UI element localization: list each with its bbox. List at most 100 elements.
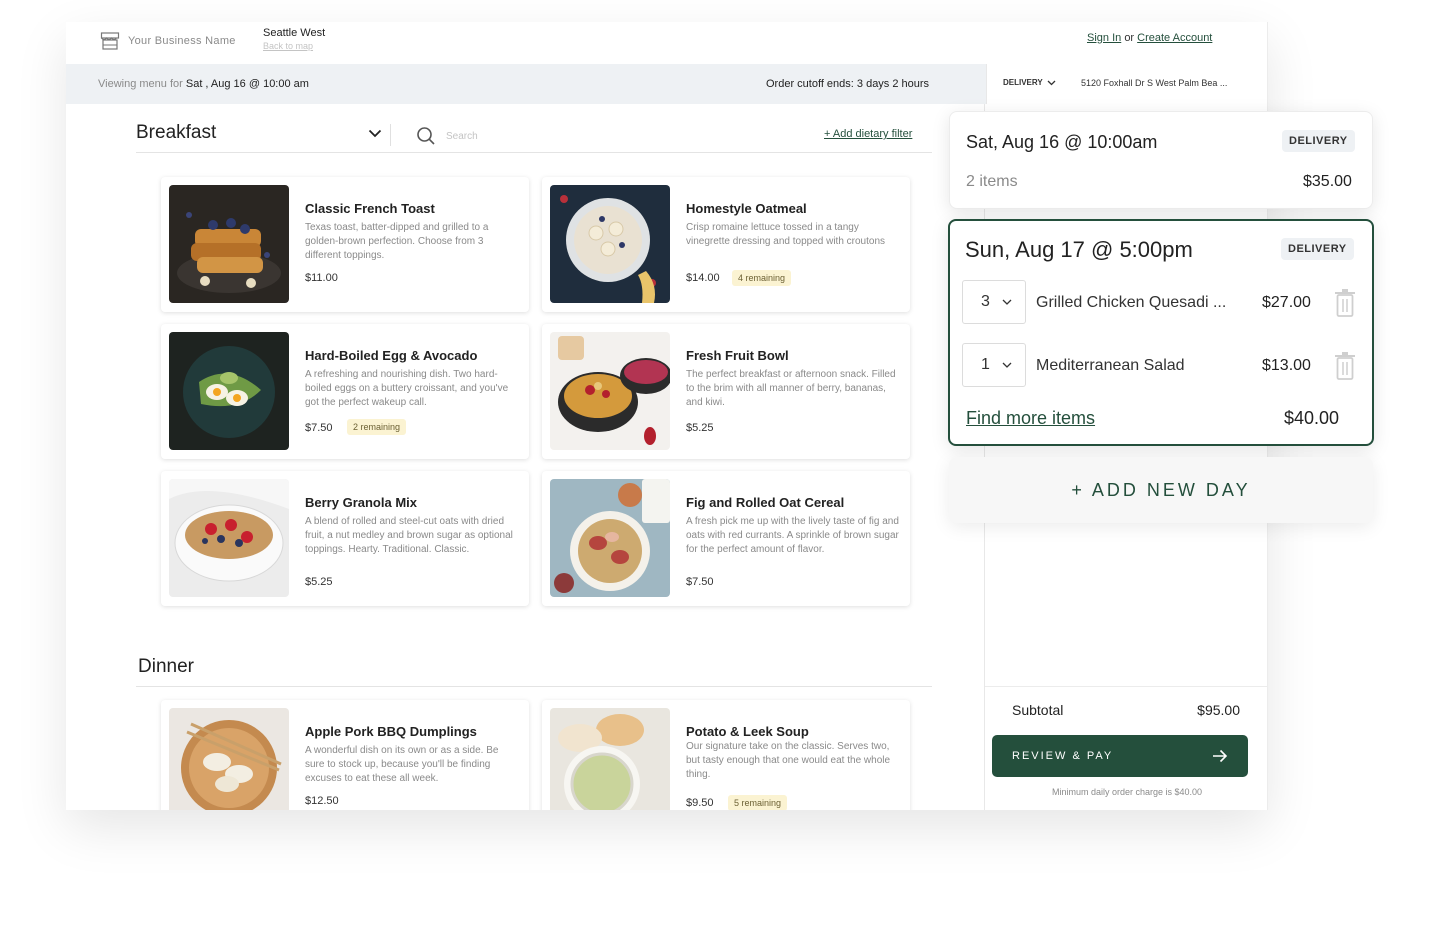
line-item-name: Mediterranean Salad: [1036, 357, 1185, 374]
viewing-date: Sat , Aug 16 @ 10:00 am: [185, 78, 309, 90]
item-name: Berry Granola Mix: [305, 495, 417, 510]
divider: [985, 686, 1267, 687]
location: Seattle West Back to map: [263, 27, 325, 51]
divider: [136, 686, 932, 687]
subtotal-value: $95.00: [1197, 702, 1240, 718]
info-bar: Viewing menu for Sat , Aug 16 @ 10:00 am…: [66, 64, 986, 104]
item-price: $9.50: [686, 797, 714, 809]
add-new-day-button[interactable]: + ADD NEW DAY: [949, 457, 1373, 523]
trash-icon[interactable]: [1334, 352, 1356, 380]
subtotal-row: Subtotal $95.00: [1012, 702, 1240, 718]
back-to-map-link[interactable]: Back to map: [263, 41, 325, 51]
create-account-link[interactable]: Create Account: [1137, 32, 1212, 44]
item-name: Hard-Boiled Egg & Avocado: [305, 348, 478, 363]
item-description: Crisp romaine lettuce tossed in a tangy …: [686, 222, 886, 247]
menu-item-card[interactable]: Fresh Fruit Bowl The perfect breakfast o…: [542, 324, 910, 459]
order-day-total: $40.00: [1284, 408, 1340, 428]
line-item-name: Grilled Chicken Quesadi ...: [1036, 294, 1227, 311]
item-price: $14.00: [686, 272, 720, 284]
add-dietary-filter-link[interactable]: + Add dietary filter: [824, 128, 912, 140]
review-pay-label: REVIEW & PAY: [1012, 750, 1114, 762]
menu-item-card[interactable]: Hard-Boiled Egg & Avocado A refreshing a…: [161, 324, 529, 459]
food-image: [169, 185, 289, 303]
auth-or: or: [1124, 32, 1135, 44]
line-item-price: $27.00: [1262, 294, 1311, 311]
food-image: [169, 332, 289, 450]
order-day-card-active[interactable]: Sun, Aug 17 @ 5:00pm DELIVERY 3 Grilled …: [948, 219, 1374, 446]
order-day-title: Sun, Aug 17 @ 5:00pm: [965, 237, 1193, 262]
delivery-badge: DELIVERY: [1281, 238, 1354, 260]
address-bar: DELIVERY 5120 Foxhall Dr S West Palm Bea…: [986, 64, 1267, 104]
viewing-prefix: Viewing menu for: [98, 78, 183, 90]
search-input[interactable]: [446, 130, 646, 142]
chevron-down-icon: [1002, 299, 1012, 305]
menu-item-card[interactable]: Homestyle Oatmeal Crisp romaine lettuce …: [542, 177, 910, 312]
order-day-total: $35.00: [1303, 173, 1352, 190]
item-description: Our signature take on the classic. Serve…: [686, 741, 891, 780]
location-name: Seattle West: [263, 27, 326, 39]
item-name: Homestyle Oatmeal: [686, 201, 807, 216]
storefront-icon: [100, 32, 120, 50]
trash-icon[interactable]: [1334, 289, 1356, 317]
divider: [136, 152, 932, 153]
item-name: Classic French Toast: [305, 201, 435, 216]
food-image: [169, 479, 289, 597]
menu-item-card[interactable]: Classic French Toast Texas toast, batter…: [161, 177, 529, 312]
item-description: A wonderful dish on its own or as a side…: [305, 745, 499, 784]
category-title: Breakfast: [136, 122, 217, 143]
business-name: Your Business Name: [128, 35, 236, 47]
item-name: Apple Pork BBQ Dumplings: [305, 724, 477, 739]
item-description: A refreshing and nourishing dish. Two ha…: [305, 369, 509, 408]
item-description: The perfect breakfast or afternoon snack…: [686, 369, 896, 408]
remaining-badge: 4 remaining: [732, 270, 792, 286]
food-image: [550, 332, 670, 450]
category-title: Dinner: [138, 656, 194, 677]
food-image: [169, 708, 289, 810]
order-cutoff: Order cutoff ends: 3 days 2 hours: [766, 78, 930, 90]
menu-item-card[interactable]: Potato & Leek Soup Our signature take on…: [542, 700, 910, 810]
delivery-mode-label: DELIVERY: [1003, 78, 1043, 87]
minimum-order-note: Minimum daily order charge is $40.00: [1051, 787, 1203, 797]
item-description: A fresh pick me up with the lively taste…: [686, 516, 899, 555]
item-price: $12.50: [305, 795, 339, 807]
delivery-address[interactable]: 5120 Foxhall Dr S West Palm Bea ...: [1081, 78, 1227, 88]
search-box[interactable]: [416, 126, 646, 146]
item-name: Potato & Leek Soup: [686, 724, 809, 739]
menu-item-card[interactable]: Fig and Rolled Oat Cereal A fresh pick m…: [542, 471, 910, 606]
food-image: [550, 479, 670, 597]
category-select[interactable]: Breakfast: [136, 122, 382, 144]
search-icon: [417, 127, 435, 145]
item-price: $11.00: [305, 272, 338, 284]
divider: [390, 124, 391, 146]
sign-in-link[interactable]: Sign In: [1087, 32, 1121, 44]
item-price: $7.50: [305, 422, 333, 434]
menu-item-card[interactable]: Apple Pork BBQ Dumplings A wonderful dis…: [161, 700, 529, 810]
item-name: Fig and Rolled Oat Cereal: [686, 495, 845, 510]
subtotal-label: Subtotal: [1012, 702, 1064, 718]
menu-item-card[interactable]: Berry Granola Mix A blend of rolled and …: [161, 471, 529, 606]
delivery-badge: DELIVERY: [1282, 130, 1355, 152]
item-price: $5.25: [305, 576, 333, 588]
remaining-badge: 5 remaining: [728, 795, 788, 810]
order-day-item-count: 2 items: [966, 173, 1018, 190]
quantity-value: 1: [981, 356, 990, 373]
quantity-select[interactable]: 3: [962, 280, 1026, 324]
auth-links: Sign In or Create Account: [1087, 32, 1212, 44]
review-and-pay-button[interactable]: REVIEW & PAY: [992, 735, 1248, 777]
brand[interactable]: Your Business Name: [100, 32, 236, 50]
find-more-items-link[interactable]: Find more items: [966, 408, 1095, 429]
item-description: A blend of rolled and steel-cut oats wit…: [305, 516, 513, 555]
chevron-down-icon: [1047, 80, 1056, 85]
item-price: $5.25: [686, 422, 714, 434]
arrow-right-icon: [1213, 749, 1228, 763]
line-item-price: $13.00: [1262, 357, 1311, 374]
order-day-card[interactable]: Sat, Aug 16 @ 10:00am DELIVERY 2 items $…: [949, 111, 1373, 209]
chevron-down-icon: [1002, 362, 1012, 368]
order-day-title: Sat, Aug 16 @ 10:00am: [966, 132, 1158, 152]
delivery-mode-select[interactable]: DELIVERY: [1003, 78, 1056, 87]
viewing-menu-for: Viewing menu for Sat , Aug 16 @ 10:00 am: [98, 78, 309, 90]
top-bar: Your Business Name Seattle West Back to …: [66, 22, 1267, 64]
item-price: $7.50: [686, 576, 714, 588]
quantity-select[interactable]: 1: [962, 343, 1026, 387]
chevron-down-icon: [368, 129, 382, 137]
